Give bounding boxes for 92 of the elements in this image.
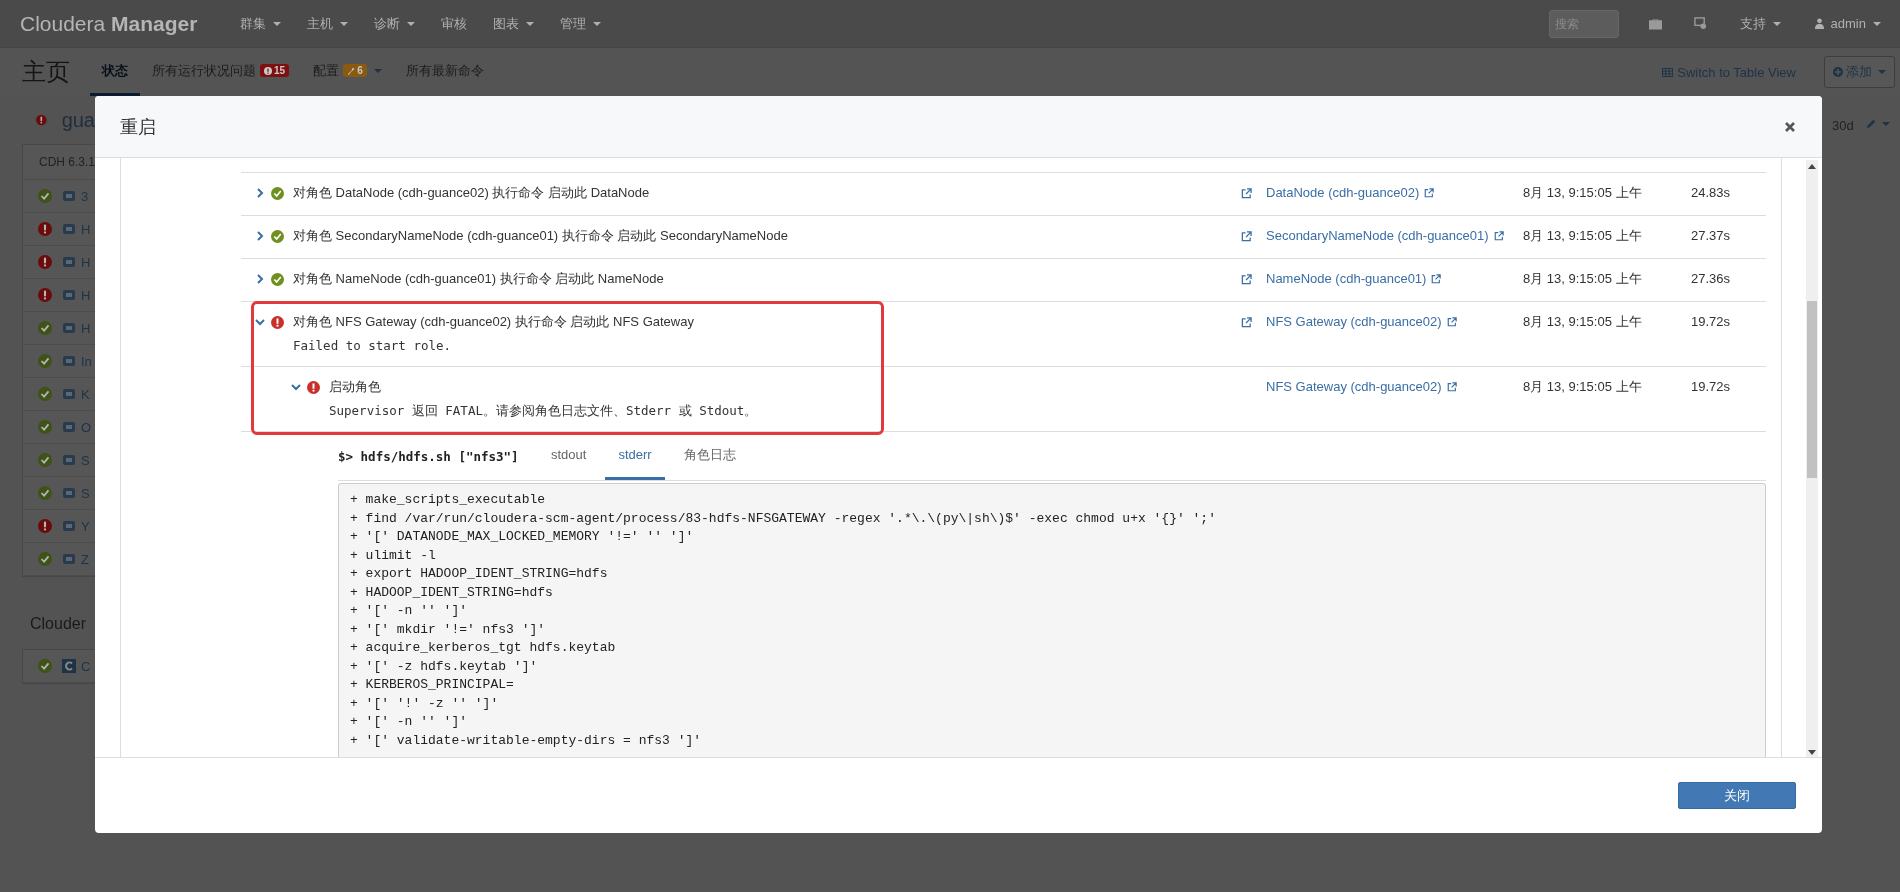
role-link[interactable]: NFS Gateway (cdh-guance02) [1266, 310, 1457, 334]
support-menu[interactable]: 支持 [1726, 14, 1794, 33]
external-link-icon [1446, 382, 1457, 392]
output-tab[interactable]: stdout [538, 432, 600, 480]
error-icon [264, 66, 272, 75]
error-message: Supervisor 返回 FATAL。请参阅角色日志文件、Stderr 或 Stdout。 [329, 402, 759, 420]
log-line: + make_scripts_executable [350, 491, 547, 509]
step-title: 启动角色 [329, 378, 382, 396]
user-icon [1814, 18, 1824, 29]
log-line: + ulimit -l [350, 546, 437, 565]
chevron-down-icon[interactable] [291, 382, 301, 392]
start-time: 8月 13, 9:15:05 上午 [1523, 184, 1643, 202]
chevron-right-icon[interactable] [255, 274, 265, 284]
close-button[interactable]: 关闭 [1678, 782, 1796, 809]
monitor-icon[interactable] [1693, 17, 1707, 30]
command-description: 对角色 NameNode (cdh-guance01) 执行命令 启动此 NameNode [293, 270, 665, 288]
wrench-icon [347, 66, 356, 75]
external-link-icon [1431, 274, 1442, 284]
command-text: $> hdfs/hdfs.sh ["nfs3"] [338, 448, 520, 464]
log-line: + '[' -z hdfs.keytab ']' [350, 657, 539, 676]
external-link-icon[interactable] [1241, 317, 1252, 328]
service-icon [62, 552, 76, 566]
nav-menu[interactable]: 图表 [480, 14, 548, 33]
external-link-icon [1493, 231, 1504, 241]
log-line: + '[' -n '' ']' [350, 713, 469, 731]
log-line: + '[' -n '' ']' [350, 602, 469, 620]
pencil-icon [1865, 118, 1877, 129]
chevron-right-icon[interactable] [255, 188, 265, 198]
table-icon [1662, 67, 1674, 77]
brand-logo[interactable]: Cloudera Manager [20, 11, 198, 36]
chevron-down-icon[interactable] [255, 317, 265, 327]
service-icon [62, 222, 76, 236]
duration: 27.37s [1691, 227, 1732, 245]
role-link[interactable]: DataNode (cdh-guance02) [1266, 181, 1435, 205]
external-link-icon [1446, 317, 1457, 327]
duration: 19.72s [1691, 378, 1732, 396]
start-time: 8月 13, 9:15:05 上午 [1523, 378, 1643, 396]
service-icon [62, 659, 76, 673]
log-line: + export HADOOP_IDENT_STRING=hdfs [350, 565, 609, 583]
service-icon [62, 255, 76, 269]
nav-menu[interactable]: 管理 [547, 14, 615, 33]
role-link[interactable]: SecondaryNameNode (cdh-guance01) [1266, 224, 1504, 248]
log-line: + '[' mkdir '!=' nfs3 ']' [350, 620, 547, 639]
duration: 24.83s [1691, 184, 1732, 202]
close-icon[interactable] [1784, 120, 1796, 133]
log-line: + KERBEROS_PRINCIPAL= [350, 676, 515, 694]
duration: 27.36s [1691, 270, 1732, 288]
nav-menu[interactable]: 诊断 [361, 14, 429, 33]
error-message: Failed to start role. [293, 337, 453, 355]
service-icon [62, 288, 76, 302]
start-time: 8月 13, 9:15:05 上午 [1523, 313, 1643, 331]
external-link-icon[interactable] [1241, 274, 1252, 285]
service-icon [62, 321, 76, 335]
nav-menu[interactable]: 主机 [294, 14, 362, 33]
service-icon [62, 486, 76, 500]
log-line: + '[' validate-writable-empty-dirs = nfs3 ']' [350, 731, 703, 750]
command-description: 对角色 DataNode (cdh-guance02) 执行命令 启动此 DataNode [293, 184, 651, 202]
service-icon [62, 189, 76, 203]
duration: 19.72s [1691, 313, 1732, 331]
external-link-icon[interactable] [1241, 188, 1252, 199]
chevron-right-icon[interactable] [255, 231, 265, 241]
external-link-icon[interactable] [1241, 231, 1252, 242]
role-link[interactable]: NameNode (cdh-guance01) [1266, 267, 1442, 291]
log-line: + acquire_kerberos_tgt hdfs.keytab [350, 639, 617, 657]
start-time: 8月 13, 9:15:05 上午 [1523, 227, 1643, 245]
count-badge: 15 [260, 64, 290, 77]
log-line: + '[' '!' -z '' ']' [350, 694, 500, 713]
service-icon [62, 387, 76, 401]
role-link[interactable]: NFS Gateway (cdh-guance02) [1266, 375, 1457, 399]
nav-menu[interactable]: 审核 [428, 14, 481, 33]
command-description: 对角色 SecondaryNameNode (cdh-guance01) 执行命令 启动此 SecondaryNameNode [293, 227, 789, 245]
command-description: 对角色 NFS Gateway (cdh-guance02) 执行命令 启动此 NFS Gateway [293, 313, 695, 331]
start-time: 8月 13, 9:15:05 上午 [1523, 270, 1643, 288]
briefcase-icon[interactable] [1648, 17, 1662, 30]
service-icon [62, 519, 76, 533]
service-icon [62, 420, 76, 434]
service-icon [62, 453, 76, 467]
external-link-icon [1424, 188, 1435, 198]
scrollbar[interactable] [1806, 160, 1818, 757]
dialog-title: 重启 [120, 115, 156, 139]
output-tab[interactable]: 角色日志 [670, 432, 749, 480]
log-line: + find /var/run/cloudera-scm-agent/process/83-hdfs-NFSGATEWAY -regex '.*\.\(py\|sh\)$' -exec chmod u+x '{}' ';' [350, 509, 1217, 528]
plus-icon [1833, 67, 1843, 77]
section-title: Clouder [30, 615, 88, 633]
user-menu[interactable]: admin [1801, 16, 1894, 31]
log-line: + HADOOP_IDENT_STRING=hdfs [350, 583, 554, 602]
service-icon [62, 354, 76, 368]
count-badge: 6 [343, 64, 367, 77]
nav-menu[interactable]: 群集 [227, 14, 295, 33]
output-tab[interactable]: stderr [605, 432, 665, 480]
log-line: + '[' DATANODE_MAX_LOCKED_MEMORY '!=' '' ']' [350, 528, 695, 546]
page-title: 主页 [22, 57, 70, 87]
